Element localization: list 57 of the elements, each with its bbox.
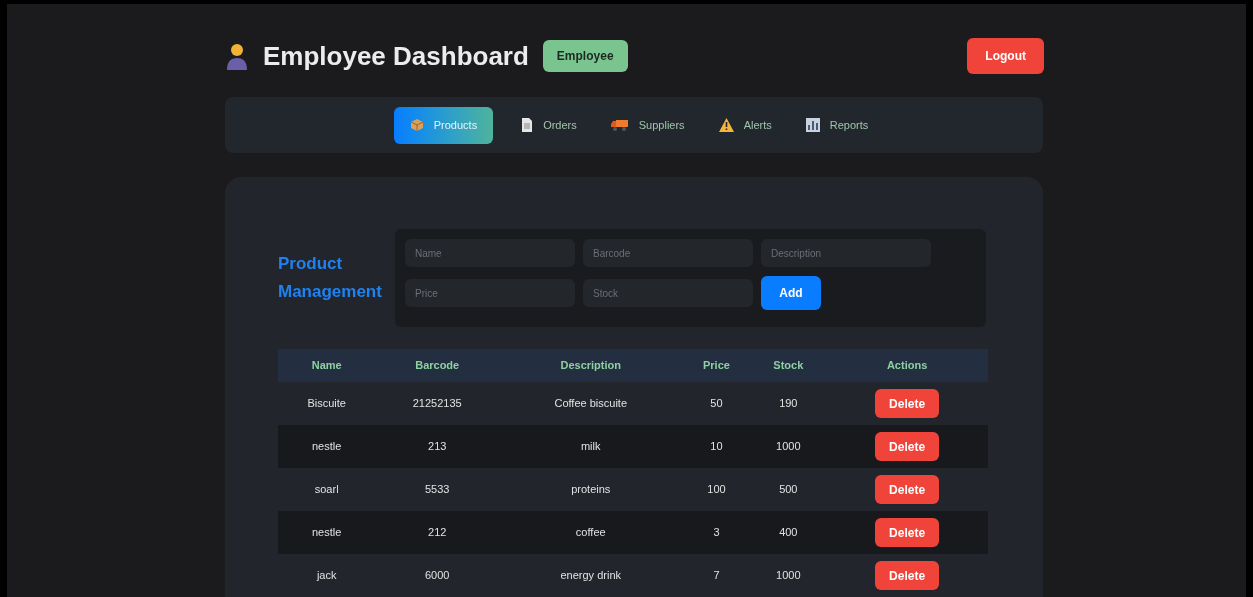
table-cell: 400 xyxy=(779,526,798,539)
input-field[interactable]: Barcode xyxy=(583,239,753,267)
chart-icon xyxy=(805,118,820,132)
column-header: Barcode xyxy=(375,349,500,382)
table-cell: 50 xyxy=(710,397,723,410)
role-badge: Employee xyxy=(542,40,628,72)
table-cell: Coffee biscuite xyxy=(554,397,628,410)
table-cell: 213 xyxy=(428,440,447,453)
table-cell: soarl xyxy=(314,483,339,496)
person-icon xyxy=(225,42,249,70)
input-field[interactable]: Description xyxy=(761,239,931,267)
table-cell: 21252135 xyxy=(412,397,462,410)
column-header: Price xyxy=(682,349,751,382)
column-header: Stock xyxy=(750,349,827,382)
table-cell: milk xyxy=(580,440,601,453)
table-cell: coffee xyxy=(575,526,606,539)
table-cell: nestle xyxy=(312,526,342,539)
table-cell: 6000 xyxy=(424,569,450,582)
column-header: Actions xyxy=(826,349,988,382)
table-cell: 5533 xyxy=(424,483,450,496)
column-header: Name xyxy=(278,349,376,382)
nav-tab[interactable]: Alerts xyxy=(712,106,778,144)
table-cell: 3 xyxy=(713,526,720,539)
input-field[interactable]: Stock xyxy=(583,279,753,307)
truck-icon xyxy=(610,119,629,131)
warning-icon xyxy=(718,118,734,132)
box-icon xyxy=(409,118,424,132)
table-cell: jack xyxy=(316,569,337,582)
delete-button[interactable]: Delete xyxy=(875,432,940,461)
table-cell: 1000 xyxy=(776,440,801,453)
table-cell: 100 xyxy=(707,483,726,496)
table-cell: proteins xyxy=(571,483,611,496)
section-title: Product Management xyxy=(278,253,383,303)
logout-button[interactable]: Logout xyxy=(967,38,1044,74)
delete-button[interactable]: Delete xyxy=(875,389,940,418)
table-cell: 500 xyxy=(779,483,798,496)
delete-button[interactable]: Delete xyxy=(875,475,940,504)
input-field[interactable]: Price xyxy=(405,279,575,307)
table-cell: 10 xyxy=(710,440,723,453)
nav-tab[interactable]: Products xyxy=(393,106,494,144)
table-cell: nestle xyxy=(312,440,342,453)
table-cell: 212 xyxy=(428,526,447,539)
input-field[interactable]: Name xyxy=(405,239,575,267)
dashboard-title: Employee Dashboard xyxy=(263,39,529,73)
nav-tab[interactable]: Reports xyxy=(799,106,875,144)
add-button[interactable]: Add xyxy=(761,276,821,310)
page-icon xyxy=(521,118,534,132)
table-cell: 190 xyxy=(779,397,798,410)
table-cell: 1000 xyxy=(776,569,801,582)
delete-button[interactable]: Delete xyxy=(875,518,940,547)
column-header: Description xyxy=(499,349,683,382)
nav-tab[interactable]: Suppliers xyxy=(604,106,691,144)
table-cell: energy drink xyxy=(560,569,621,582)
table-cell: 7 xyxy=(713,569,720,582)
delete-button[interactable]: Delete xyxy=(875,561,940,590)
table-cell: Biscuite xyxy=(307,397,346,410)
nav-tab[interactable]: Orders xyxy=(515,106,583,144)
